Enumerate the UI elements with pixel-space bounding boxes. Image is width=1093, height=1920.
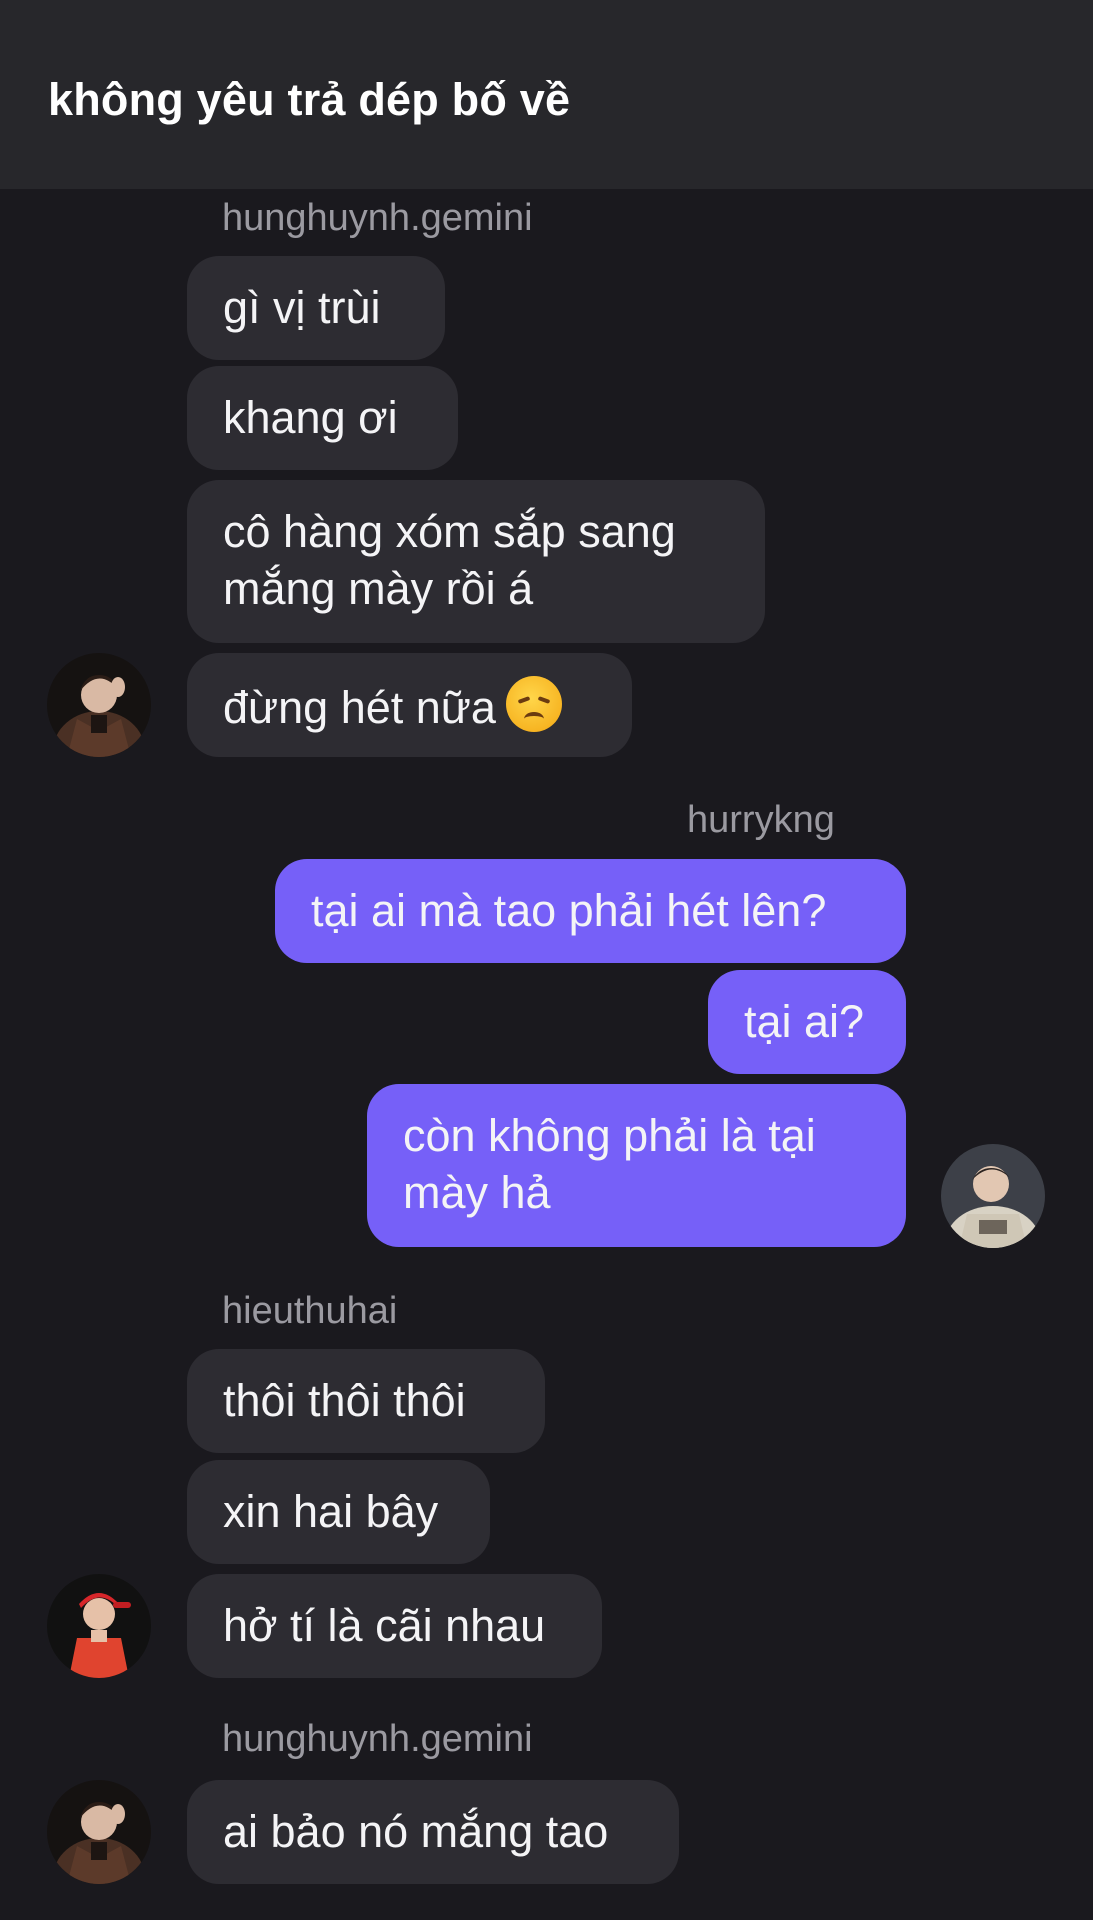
message-text-line: mắng mày rồi á: [223, 563, 534, 614]
message-bubble[interactable]: tại ai mà tao phải hét lên?: [275, 859, 906, 963]
message-bubble[interactable]: thôi thôi thôi: [187, 1349, 545, 1453]
message-text-line: cô hàng xóm sắp sang: [223, 506, 676, 557]
message-text: ai bảo nó mắng tao: [223, 1806, 609, 1857]
avatar-hieuthuhai[interactable]: [47, 1574, 151, 1678]
avatar-hunghuynh[interactable]: [47, 653, 151, 757]
message-text: đừng hét nữa: [223, 682, 496, 733]
message-bubble[interactable]: hở tí là cãi nhau: [187, 1574, 602, 1678]
message-text-line: còn không phải là tại: [403, 1110, 816, 1161]
avatar-hunghuynh[interactable]: [47, 1780, 151, 1884]
message-text: thôi thôi thôi: [223, 1375, 466, 1426]
message-bubble[interactable]: đừng hét nữa: [187, 653, 632, 757]
disappointed-face-icon: [505, 676, 562, 732]
message-bubble[interactable]: khang ơi: [187, 366, 458, 470]
message-bubble[interactable]: xin hai bây: [187, 1460, 490, 1564]
sender-name[interactable]: hurrykng: [687, 799, 835, 842]
sender-name[interactable]: hunghuynh.gemini: [222, 1718, 533, 1761]
chat-header: không yêu trả dép bố về: [0, 0, 1093, 189]
message-bubble[interactable]: ai bảo nó mắng tao: [187, 1780, 679, 1884]
message-text: xin hai bây: [223, 1486, 439, 1537]
message-text: hở tí là cãi nhau: [223, 1600, 546, 1651]
message-text: tại ai?: [744, 996, 865, 1047]
chat-title[interactable]: không yêu trả dép bố về: [48, 74, 570, 126]
message-text: tại ai mà tao phải hét lên?: [311, 885, 827, 936]
message-bubble[interactable]: cô hàng xóm sắp sang mắng mày rồi á: [187, 480, 765, 643]
message-bubble[interactable]: còn không phải là tại mày hả: [367, 1084, 906, 1247]
sender-name[interactable]: hieuthuhai: [222, 1290, 397, 1333]
avatar-hurrykng[interactable]: [941, 1144, 1045, 1248]
message-text: gì vị trùi: [223, 282, 381, 333]
message-bubble[interactable]: tại ai?: [708, 970, 906, 1074]
message-bubble[interactable]: gì vị trùi: [187, 256, 445, 360]
message-text-line: mày hả: [403, 1167, 551, 1218]
sender-name[interactable]: hunghuynh.gemini: [222, 197, 533, 240]
message-text: khang ơi: [223, 392, 398, 443]
